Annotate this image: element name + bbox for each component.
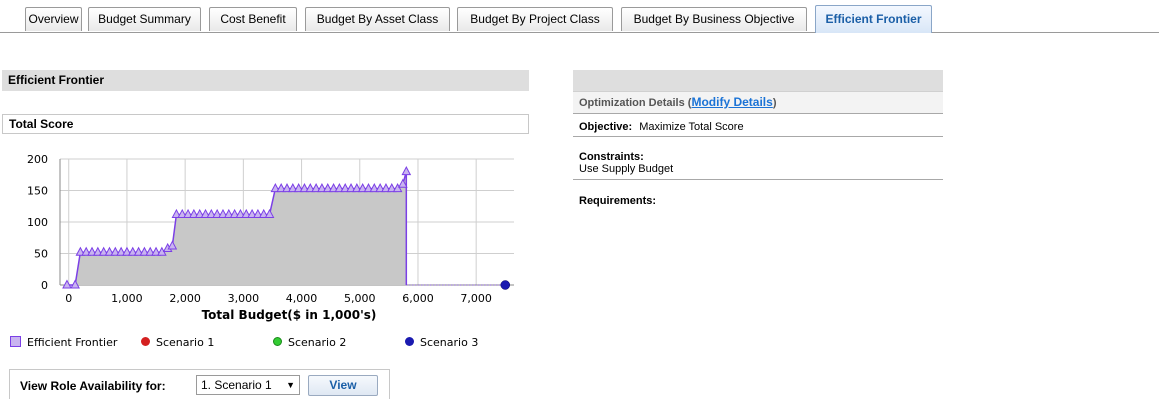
role-availability-label: View Role Availability for: (20, 379, 166, 393)
legend-item-scenario-2[interactable]: Scenario 2 (273, 336, 346, 350)
legend-green-dot-icon (273, 337, 282, 346)
role-availability-bar: View Role Availability for: 1. Scenario … (9, 369, 390, 399)
modify-details-link[interactable]: Modify Details (691, 95, 772, 109)
tab-budget-summary[interactable]: Budget Summary (88, 7, 201, 31)
tab-bar: Overview Budget Summary Cost Benefit Bud… (0, 0, 1159, 33)
x-tick-label: 4,000 (286, 292, 318, 305)
tab-budget-by-project-class[interactable]: Budget By Project Class (457, 7, 613, 31)
y-tick-label: 200 (27, 153, 48, 166)
scenario-point (500, 280, 511, 290)
divider (573, 136, 943, 137)
requirements-label: Requirements: (579, 195, 657, 207)
legend-triangle-icon (10, 336, 21, 347)
legend-label: Scenario 3 (420, 336, 479, 349)
x-axis-title: Total Budget($ in 1,000's) (202, 308, 377, 322)
x-tick-label: 0 (65, 292, 72, 305)
optimization-details-suffix: ) (772, 97, 777, 109)
frontier-point (401, 166, 412, 176)
view-button[interactable]: View (308, 375, 378, 396)
legend-label: Efficient Frontier (27, 336, 118, 349)
chart-header: Total Score (2, 114, 529, 134)
objective-row: Objective: Maximize Total Score (573, 121, 943, 133)
optimization-details-row: Optimization Details (Modify Details) (573, 91, 943, 113)
tab-bar-divider (0, 32, 1159, 33)
constraints-row: Constraints: Use Supply Budget (573, 151, 943, 175)
x-tick-label: 2,000 (169, 292, 201, 305)
scenario-select-value: 1. Scenario 1 (201, 378, 272, 392)
x-tick-label: 3,000 (228, 292, 260, 305)
tab-budget-by-asset-class[interactable]: Budget By Asset Class (305, 7, 450, 31)
legend-item-scenario-1[interactable]: Scenario 1 (141, 336, 214, 350)
legend-item-scenario-3[interactable]: Scenario 3 (405, 336, 478, 350)
objective-label: Objective: (579, 121, 633, 133)
divider (573, 113, 943, 114)
legend-item-efficient-frontier[interactable]: Efficient Frontier (10, 336, 117, 350)
efficient-frontier-chart: 0 1,000 2,000 3,000 4,000 5,000 6,000 7,000 0 50 1… (27, 153, 514, 322)
divider (573, 179, 943, 180)
efficient-frontier-panel-header: Efficient Frontier (2, 70, 529, 91)
scenario-select[interactable]: 1. Scenario 1 ▼ (196, 375, 300, 395)
constraints-label: Constraints: (579, 151, 644, 163)
tab-cost-benefit[interactable]: Cost Benefit (209, 7, 297, 31)
constraints-value: Use Supply Budget (579, 163, 674, 175)
x-tick-label: 5,000 (344, 292, 376, 305)
objective-value: Maximize Total Score (639, 121, 744, 133)
legend-label: Scenario 1 (156, 336, 215, 349)
optimization-panel-header (573, 70, 943, 91)
y-tick-label: 150 (27, 185, 48, 198)
optimization-details-label: Optimization Details ( (579, 97, 692, 109)
y-tick-label: 50 (34, 248, 48, 261)
chevron-down-icon: ▼ (286, 380, 295, 390)
tab-budget-by-business-objective[interactable]: Budget By Business Objective (621, 7, 807, 31)
x-tick-label: 7,000 (460, 292, 492, 305)
y-tick-label: 0 (41, 279, 48, 292)
legend-label: Scenario 2 (288, 336, 347, 349)
y-tick-label: 100 (27, 216, 48, 229)
legend-blue-dot-icon (405, 337, 414, 346)
x-tick-label: 1,000 (111, 292, 143, 305)
tab-efficient-frontier[interactable]: Efficient Frontier (815, 5, 932, 33)
legend-red-dot-icon (141, 337, 150, 346)
x-tick-label: 6,000 (402, 292, 434, 305)
tab-overview[interactable]: Overview (25, 7, 82, 31)
